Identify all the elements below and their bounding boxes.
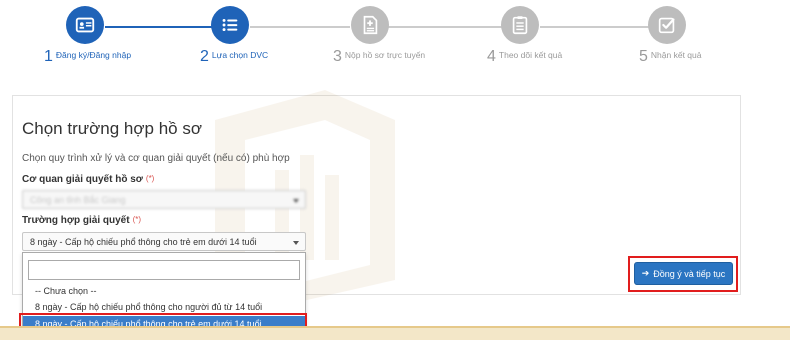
step-5-label: 5 Nhận kết quả <box>639 48 702 65</box>
step-1-label: 1 Đăng ký/Đăng nhập <box>44 48 132 65</box>
step-3-label: 3 Nộp hồ sơ trực tuyến <box>333 48 426 65</box>
required-mark: (*) <box>132 215 142 224</box>
step-1-circle <box>66 6 104 44</box>
dropdown-option-none[interactable]: -- Chưa chọn -- <box>35 286 97 296</box>
panel-subtitle: Chọn quy trình xử lý và cơ quan giải quy… <box>22 153 290 164</box>
document-plus-icon <box>363 15 378 35</box>
arrow-right-icon: ➔ <box>641 268 650 278</box>
list-icon <box>222 18 238 32</box>
footer-decoration <box>0 326 790 340</box>
step-5-circle <box>648 6 686 44</box>
panel-title: Chọn trường hợp hồ sơ <box>22 119 202 138</box>
step-connector-2 <box>250 26 350 28</box>
clipboard-icon <box>512 16 528 35</box>
agency-label: Cơ quan giải quyết hồ sơ (*) <box>22 174 155 185</box>
id-card-icon <box>75 17 95 33</box>
case-label: Trường hợp giải quyết (*) <box>22 215 142 226</box>
agency-select[interactable]: Công an tỉnh Bắc Giang <box>22 190 306 209</box>
case-select[interactable]: 8 ngày - Cấp hộ chiếu phổ thông cho trẻ … <box>22 232 306 251</box>
step-2-circle <box>211 6 249 44</box>
required-mark: (*) <box>145 174 155 183</box>
step-3-circle <box>351 6 389 44</box>
progress-stepper: 1 Đăng ký/Đăng nhập 2 Lựa chọn DVC 3 Nộp hồ… <box>0 0 790 80</box>
chevron-down-icon <box>293 241 299 245</box>
dropdown-search-input[interactable] <box>28 260 300 280</box>
step-4-label: 4 Theo dõi kết quả <box>487 48 563 65</box>
step-connector-3 <box>370 26 520 28</box>
continue-button-label: Đồng ý và tiếp tục <box>653 268 726 279</box>
step-4-circle <box>501 6 539 44</box>
dropdown-option-adult[interactable]: 8 ngày - Cấp hộ chiếu phổ thông cho ngườ… <box>35 302 262 312</box>
continue-button[interactable]: ➔ Đồng ý và tiếp tục <box>634 262 733 285</box>
agency-select-value: Công an tỉnh Bắc Giang <box>30 195 126 205</box>
step-2-label: 2 Lựa chọn DVC <box>200 48 269 65</box>
case-select-value: 8 ngày - Cấp hộ chiếu phổ thông cho trẻ … <box>30 237 257 247</box>
check-square-icon <box>658 17 675 34</box>
chevron-down-icon <box>293 199 299 203</box>
